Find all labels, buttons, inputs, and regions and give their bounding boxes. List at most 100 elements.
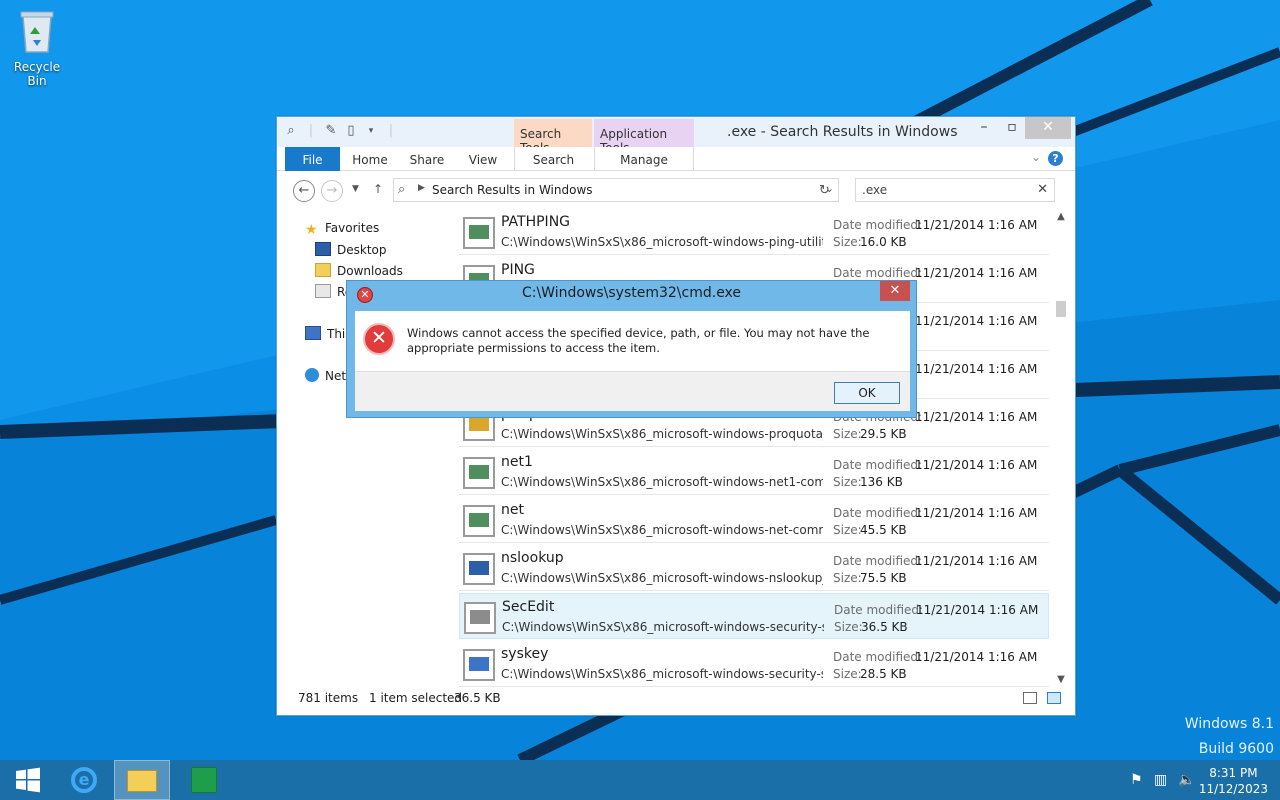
quick-access-toolbar: ⌕ | ✎ ▯ ▾ | — [283, 123, 399, 139]
large-icons-view-icon[interactable] — [1047, 692, 1061, 704]
file-row[interactable]: PATHPING C:\Windows\WinSxS\x86_microsoft-… — [459, 209, 1049, 255]
date-modified-label: Date modified: — [833, 650, 923, 664]
nav-desktop[interactable]: Desktop — [315, 242, 387, 257]
error-icon: ✕ — [363, 323, 395, 355]
search-icon[interactable]: ⌕ — [283, 123, 299, 139]
date-modified-value: 11/21/2014 1:16 AM — [915, 506, 1038, 520]
recycle-bin-shortcut[interactable]: Recycle Bin — [4, 6, 70, 88]
size-value: 16.0 KB — [860, 235, 907, 249]
breadcrumb-chevron-icon[interactable]: ▶ — [418, 183, 425, 193]
date-modified-label: Date modified: — [833, 554, 923, 568]
customize-qat-icon[interactable]: ▾ — [363, 123, 379, 139]
file-row[interactable]: nslookup C:\Windows\WinSxS\x86_microsoft-… — [459, 545, 1049, 591]
search-icon: ⌕ — [398, 182, 406, 197]
nav-this-pc[interactable]: This — [305, 326, 352, 341]
internet-explorer-button[interactable]: e — [56, 760, 112, 800]
file-path: C:\Windows\WinSxS\x86_microsoft-windows-… — [502, 620, 824, 634]
file-row[interactable]: net1 C:\Windows\WinSxS\x86_microsoft-wind… — [459, 449, 1049, 495]
windows-build-label: Build 9600 — [1198, 741, 1274, 757]
date-modified-value: 11/21/2014 1:16 AM — [916, 603, 1039, 617]
search-query: .exe — [862, 183, 888, 197]
date-modified-label: Date modified: — [833, 218, 923, 232]
selection-count: 1 item selected — [369, 691, 463, 705]
error-dialog: ✕ C:\Windows\system32\cmd.exe ✕ ✕ Window… — [346, 280, 917, 418]
title-bar[interactable]: ⌕ | ✎ ▯ ▾ | Search Tools Application Too… — [277, 117, 1075, 155]
file-row[interactable]: net C:\Windows\WinSxS\x86_microsoft-windo… — [459, 497, 1049, 543]
date-modified-label: Date modified: — [833, 506, 923, 520]
recent-locations-icon[interactable]: ▼ — [352, 184, 359, 194]
tab-file[interactable]: File — [285, 147, 340, 171]
computer-icon — [305, 326, 321, 340]
size-label: Size: — [833, 475, 862, 489]
size-value: 45.5 KB — [860, 523, 907, 537]
selection-size: 36.5 KB — [454, 691, 501, 705]
scroll-down-icon[interactable]: ▼ — [1053, 674, 1069, 685]
taskbar: e ⚑ ▥ 🔈 8:31 PM 11/12/2023 — [0, 760, 1280, 800]
file-path: C:\Windows\WinSxS\x86_microsoft-windows-… — [501, 571, 823, 585]
volume-muted-icon[interactable]: 🔈 — [1178, 772, 1195, 788]
executable-icon — [463, 649, 495, 681]
file-path: C:\Windows\WinSxS\x86_microsoft-windows-… — [501, 235, 823, 249]
network-tray-icon[interactable]: ▥ — [1154, 772, 1167, 788]
file-path: C:\Windows\WinSxS\x86_microsoft-windows-… — [501, 667, 823, 681]
address-bar[interactable]: ⌕ ▶ Search Results in Windows ⌄ — [393, 178, 839, 202]
size-label: Size: — [833, 523, 862, 537]
up-button[interactable]: ↑ — [373, 182, 383, 196]
clock[interactable]: 8:31 PM 11/12/2023 — [1199, 765, 1268, 797]
tab-view[interactable]: View — [461, 147, 505, 171]
minimize-button[interactable]: – — [969, 117, 999, 139]
executable-icon — [463, 217, 495, 249]
ok-button[interactable]: OK — [834, 382, 900, 404]
new-folder-icon[interactable]: ▯ — [343, 123, 359, 139]
date-modified-label: Date modified: — [834, 603, 924, 617]
dialog-title: C:\Windows\system32\cmd.exe — [521, 285, 742, 301]
tab-manage[interactable]: Manage — [594, 147, 694, 171]
date-modified-value: 11/21/2014 1:16 AM — [915, 554, 1038, 568]
file-name: nslookup — [501, 550, 564, 566]
help-icon[interactable]: ? — [1048, 151, 1063, 166]
scroll-thumb[interactable] — [1056, 301, 1066, 317]
file-name: PING — [501, 262, 535, 278]
start-button[interactable] — [0, 760, 56, 800]
file-explorer-icon — [127, 770, 157, 792]
refresh-icon[interactable]: ↻ — [819, 183, 830, 198]
file-name: SecEdit — [502, 599, 555, 615]
action-center-flag-icon[interactable]: ⚑ — [1130, 772, 1143, 788]
nav-downloads[interactable]: Downloads — [315, 263, 403, 278]
status-bar: 781 items 1 item selected 36.5 KB — [277, 687, 1075, 715]
clear-search-icon[interactable]: ✕ — [1037, 182, 1048, 197]
star-icon: ★ — [305, 222, 318, 238]
size-label: Size: — [833, 667, 862, 681]
executable-icon — [463, 457, 495, 489]
scroll-up-icon[interactable]: ▲ — [1053, 211, 1069, 222]
dialog-close-button[interactable]: ✕ — [880, 281, 910, 301]
desktop-icon — [315, 242, 331, 256]
nav-favorites[interactable]: ★ Favorites — [305, 221, 379, 238]
file-row[interactable]: SecEdit C:\Windows\WinSxS\x86_microsoft-w… — [459, 593, 1049, 639]
internet-explorer-icon: e — [71, 767, 97, 793]
expand-ribbon-icon[interactable]: ⌄ — [1031, 150, 1041, 164]
tab-home[interactable]: Home — [347, 147, 393, 171]
back-button[interactable]: ← — [293, 180, 315, 202]
vertical-scrollbar[interactable]: ▲ ▼ — [1053, 209, 1069, 687]
executable-icon — [463, 505, 495, 537]
size-value: 29.5 KB — [860, 427, 907, 441]
forward-button[interactable]: → — [321, 180, 343, 202]
details-view-icon[interactable] — [1023, 692, 1037, 704]
date-modified-value: 11/21/2014 1:16 AM — [915, 362, 1038, 376]
search-input[interactable]: .exe ✕ — [855, 178, 1055, 202]
maximize-button[interactable]: ▫ — [997, 117, 1027, 139]
properties-icon[interactable]: ✎ — [323, 123, 339, 139]
close-button[interactable]: ✕ — [1025, 117, 1071, 139]
file-path: C:\Windows\WinSxS\x86_microsoft-windows-… — [501, 475, 823, 489]
tab-search[interactable]: Search — [514, 147, 592, 171]
store-button[interactable] — [176, 760, 232, 800]
window-title: .exe - Search Results in Windows — [727, 124, 958, 140]
dialog-message: Windows cannot access the specified devi… — [407, 326, 870, 355]
date-modified-value: 11/21/2014 1:16 AM — [915, 314, 1038, 328]
date-modified-value: 11/21/2014 1:16 AM — [915, 650, 1038, 664]
tab-share[interactable]: Share — [403, 147, 451, 171]
file-explorer-button[interactable] — [114, 760, 170, 800]
file-row[interactable]: syskey C:\Windows\WinSxS\x86_microsoft-wi… — [459, 641, 1049, 687]
network-icon — [305, 368, 319, 382]
